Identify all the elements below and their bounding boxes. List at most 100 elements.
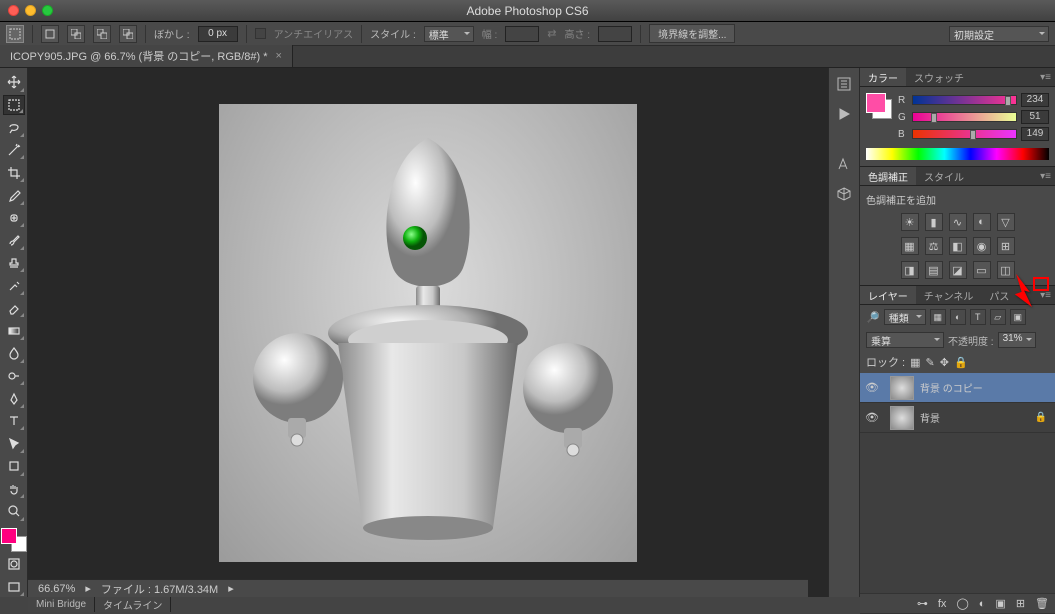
history-brush-tool[interactable] [3,275,25,296]
gradient-tool[interactable] [3,320,25,341]
red-value[interactable]: 234 [1021,93,1049,107]
pen-tool[interactable] [3,388,25,409]
tab-layers[interactable]: レイヤー [860,286,916,304]
levels-icon[interactable]: ▮ [925,213,943,231]
layer-row-background[interactable]: 👁 背景 🔒 [860,403,1055,433]
quickmask-toggle[interactable] [3,554,25,575]
invert-icon[interactable]: ◨ [901,261,919,279]
tab-swatches[interactable]: スウォッチ [906,68,972,86]
green-value[interactable]: 51 [1021,110,1049,124]
actions-panel-icon[interactable] [834,104,854,124]
layer-thumbnail[interactable] [890,376,914,400]
swap-wh-icon[interactable]: ⇄ [547,27,556,40]
layer-name[interactable]: 背景 のコピー [920,380,983,395]
expand-icon[interactable]: ▸ [85,582,91,595]
group-icon[interactable]: ▣ [995,597,1005,610]
opacity-input[interactable]: 31% [998,332,1036,348]
tab-adjustments[interactable]: 色調補正 [860,167,916,185]
close-tab-icon[interactable]: × [276,50,282,62]
marquee-tool[interactable] [3,95,25,116]
filter-shape-icon[interactable]: ▱ [990,309,1006,325]
canvas-area[interactable] [28,68,828,597]
magic-wand-tool[interactable] [3,140,25,161]
green-slider[interactable] [912,112,1017,122]
workspace-preset-select[interactable]: 初期設定 [949,26,1049,42]
foreground-background-colors[interactable] [1,528,27,552]
new-layer-icon[interactable]: ⊞ [1016,597,1025,610]
color-ramp[interactable] [866,148,1049,160]
layer-thumbnail[interactable] [890,406,914,430]
marquee-tool-icon[interactable] [6,25,24,43]
brightness-icon[interactable]: ☀ [901,213,919,231]
status-menu-icon[interactable]: ▸ [228,582,234,595]
intersect-selection-icon[interactable] [119,25,137,43]
filter-type-icon[interactable]: T [970,309,986,325]
file-size-status[interactable]: ファイル : 1.67M/3.34M [101,581,218,597]
zoom-level[interactable]: 66.67% [38,583,75,595]
stamp-tool[interactable] [3,253,25,274]
link-layers-icon[interactable]: ⊶ [917,597,928,610]
layer-name[interactable]: 背景 [920,410,940,425]
tab-color[interactable]: カラー [860,68,906,86]
filter-pixel-icon[interactable]: ▦ [930,309,946,325]
tab-channels[interactable]: チャンネル [916,286,982,304]
threshold-icon[interactable]: ◪ [949,261,967,279]
visibility-toggle-icon[interactable]: 👁 [860,381,884,394]
adjustment-layer-icon[interactable]: ◐ [979,598,986,610]
red-slider[interactable] [912,95,1017,105]
hue-icon[interactable]: ▦ [901,237,919,255]
style-select[interactable]: 標準 [424,26,474,42]
history-panel-icon[interactable] [834,74,854,94]
add-selection-icon[interactable] [67,25,85,43]
layer-filter-kind[interactable]: 種類 [884,309,926,325]
brush-tool[interactable] [3,230,25,251]
path-select-tool[interactable] [3,433,25,454]
blend-mode-select[interactable]: 乗算 [866,332,944,348]
crop-tool[interactable] [3,162,25,183]
new-selection-icon[interactable] [41,25,59,43]
rectangle-tool[interactable] [3,456,25,477]
eraser-tool[interactable] [3,298,25,319]
mask-icon[interactable]: ◯ [956,597,968,610]
feather-input[interactable] [198,26,238,42]
blue-slider[interactable] [912,129,1017,139]
color-swatch[interactable] [866,93,892,119]
vibrance-icon[interactable]: ▽ [997,213,1015,231]
lock-pixels-icon[interactable]: ▦ [910,356,920,369]
posterize-icon[interactable]: ▤ [925,261,943,279]
refine-edge-button[interactable]: 境界線を調整... [649,24,735,43]
exposure-icon[interactable]: ◐ [973,213,991,231]
eyedropper-tool[interactable] [3,185,25,206]
filter-adjust-icon[interactable]: ◐ [950,309,966,325]
screenmode-toggle[interactable] [3,577,25,598]
hand-tool[interactable] [3,479,25,500]
panel-menu-icon[interactable]: ▾≡ [1040,171,1051,182]
bw-icon[interactable]: ◧ [949,237,967,255]
lock-paint-icon[interactable]: ✎ [926,356,935,369]
dodge-tool[interactable] [3,366,25,387]
zoom-tool[interactable] [3,501,25,522]
trash-icon[interactable]: 🗑 [1035,597,1049,610]
subtract-selection-icon[interactable] [93,25,111,43]
healing-brush-tool[interactable] [3,208,25,229]
tab-minibridge[interactable]: Mini Bridge [28,597,95,612]
3d-panel-icon[interactable] [834,184,854,204]
blue-value[interactable]: 149 [1021,127,1049,141]
photo-filter-icon[interactable]: ◉ [973,237,991,255]
lock-position-icon[interactable]: ✥ [940,356,949,369]
type-tool[interactable] [3,411,25,432]
gradient-map-icon[interactable]: ▭ [973,261,991,279]
layer-row-copy[interactable]: 👁 背景 のコピー [860,373,1055,403]
character-panel-icon[interactable] [834,154,854,174]
fx-icon[interactable]: fx [938,598,947,610]
document-tab[interactable]: ICOPY905.JPG @ 66.7% (背景 のコピー, RGB/8#) *… [0,45,293,67]
curves-icon[interactable]: ∿ [949,213,967,231]
blur-tool[interactable] [3,343,25,364]
panel-menu-icon[interactable]: ▾≡ [1040,72,1051,83]
antialias-checkbox[interactable] [255,28,266,39]
move-tool[interactable] [3,72,25,93]
tab-styles[interactable]: スタイル [916,167,972,185]
balance-icon[interactable]: ⚖ [925,237,943,255]
lasso-tool[interactable] [3,117,25,138]
tab-timeline[interactable]: タイムライン [95,597,171,612]
